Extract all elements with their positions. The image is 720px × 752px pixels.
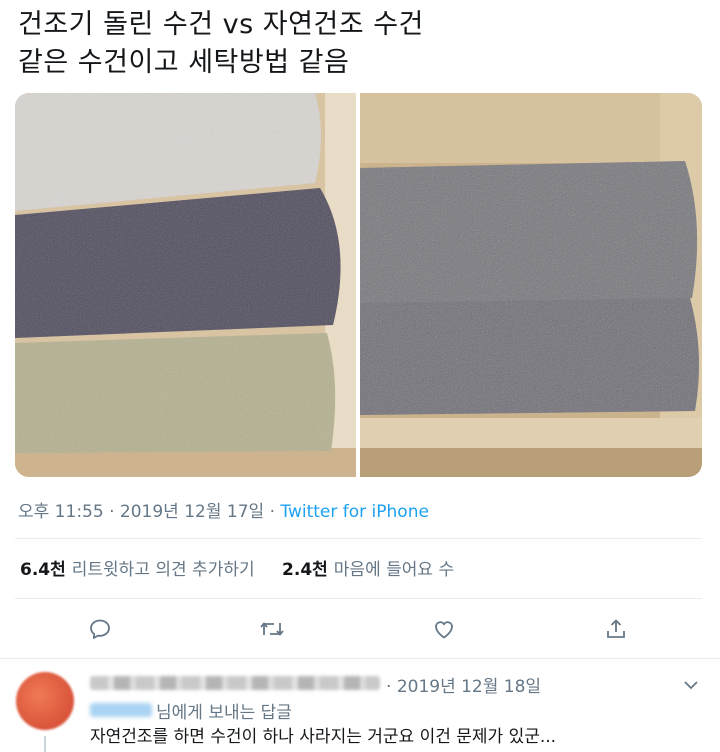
- photo-dryer-towels[interactable]: [15, 93, 356, 477]
- heart-icon: [435, 621, 453, 639]
- retweet-button[interactable]: [255, 612, 289, 646]
- reply-author-name-redacted[interactable]: [90, 676, 380, 690]
- reply-date-text: 2019년 12월 18일: [396, 677, 542, 697]
- likes-count: 2.4천: [282, 560, 328, 580]
- reply-tweet[interactable]: · 2019년 12월 18일 님에게 보내는 답글 자연건조를 하면 수건이 …: [0, 660, 720, 752]
- retweets-stat[interactable]: 6.4천 리트윗하고 의견 추가하기: [20, 560, 282, 580]
- tweet-action-bar: [15, 612, 702, 646]
- more-options-button[interactable]: [682, 676, 700, 695]
- photo-air-dried-towels[interactable]: [360, 93, 702, 477]
- divider: [15, 538, 702, 539]
- tweet-text: 건조기 돌린 수건 vs 자연건조 수건 같은 수건이고 세탁방법 같음: [18, 6, 708, 82]
- reply-button[interactable]: [83, 612, 117, 646]
- likes-label: 마음에 들어요 수: [333, 560, 455, 580]
- tweet-stats: 6.4천 리트윗하고 의견 추가하기 2.4천 마음에 들어요 수: [20, 555, 476, 580]
- chevron-down-icon: [684, 681, 698, 690]
- share-button[interactable]: [599, 612, 633, 646]
- tweet-time[interactable]: 오후 11:55: [18, 502, 104, 522]
- reply-icon: [90, 619, 110, 639]
- reply-text: 자연건조를 하면 수건이 하나 사라지는 거군요 이건 문제가 있군...: [90, 727, 557, 747]
- tweet-media[interactable]: [15, 93, 702, 477]
- meta-separator: ·: [109, 502, 115, 522]
- retweet-icon: [260, 622, 284, 636]
- tweet-text-line-1: 건조기 돌린 수건 vs 자연건조 수건: [18, 9, 424, 40]
- replying-to-label: 님에게 보내는 답글: [156, 703, 292, 723]
- tweet-date[interactable]: 2019년 12월 17일: [120, 502, 264, 522]
- retweets-count: 6.4천: [20, 560, 66, 580]
- tweet-source-link[interactable]: Twitter for iPhone: [280, 502, 429, 522]
- meta-separator: ·: [269, 502, 275, 522]
- tweet-timestamp: 오후 11:55 · 2019년 12월 17일 · Twitter for i…: [18, 497, 429, 522]
- thread-line: [44, 736, 46, 752]
- divider: [0, 658, 720, 659]
- divider: [15, 598, 702, 599]
- reply-date[interactable]: · 2019년 12월 18일: [386, 672, 541, 697]
- reply-avatar[interactable]: [16, 672, 74, 730]
- retweets-label: 리트윗하고 의견 추가하기: [71, 560, 255, 580]
- tweet-text-line-2: 같은 수건이고 세탁방법 같음: [18, 47, 350, 78]
- like-button[interactable]: [427, 612, 461, 646]
- share-icon: [607, 619, 625, 638]
- likes-stat[interactable]: 2.4천 마음에 들어요 수: [282, 560, 476, 580]
- replying-to-handle-redacted[interactable]: [90, 703, 152, 717]
